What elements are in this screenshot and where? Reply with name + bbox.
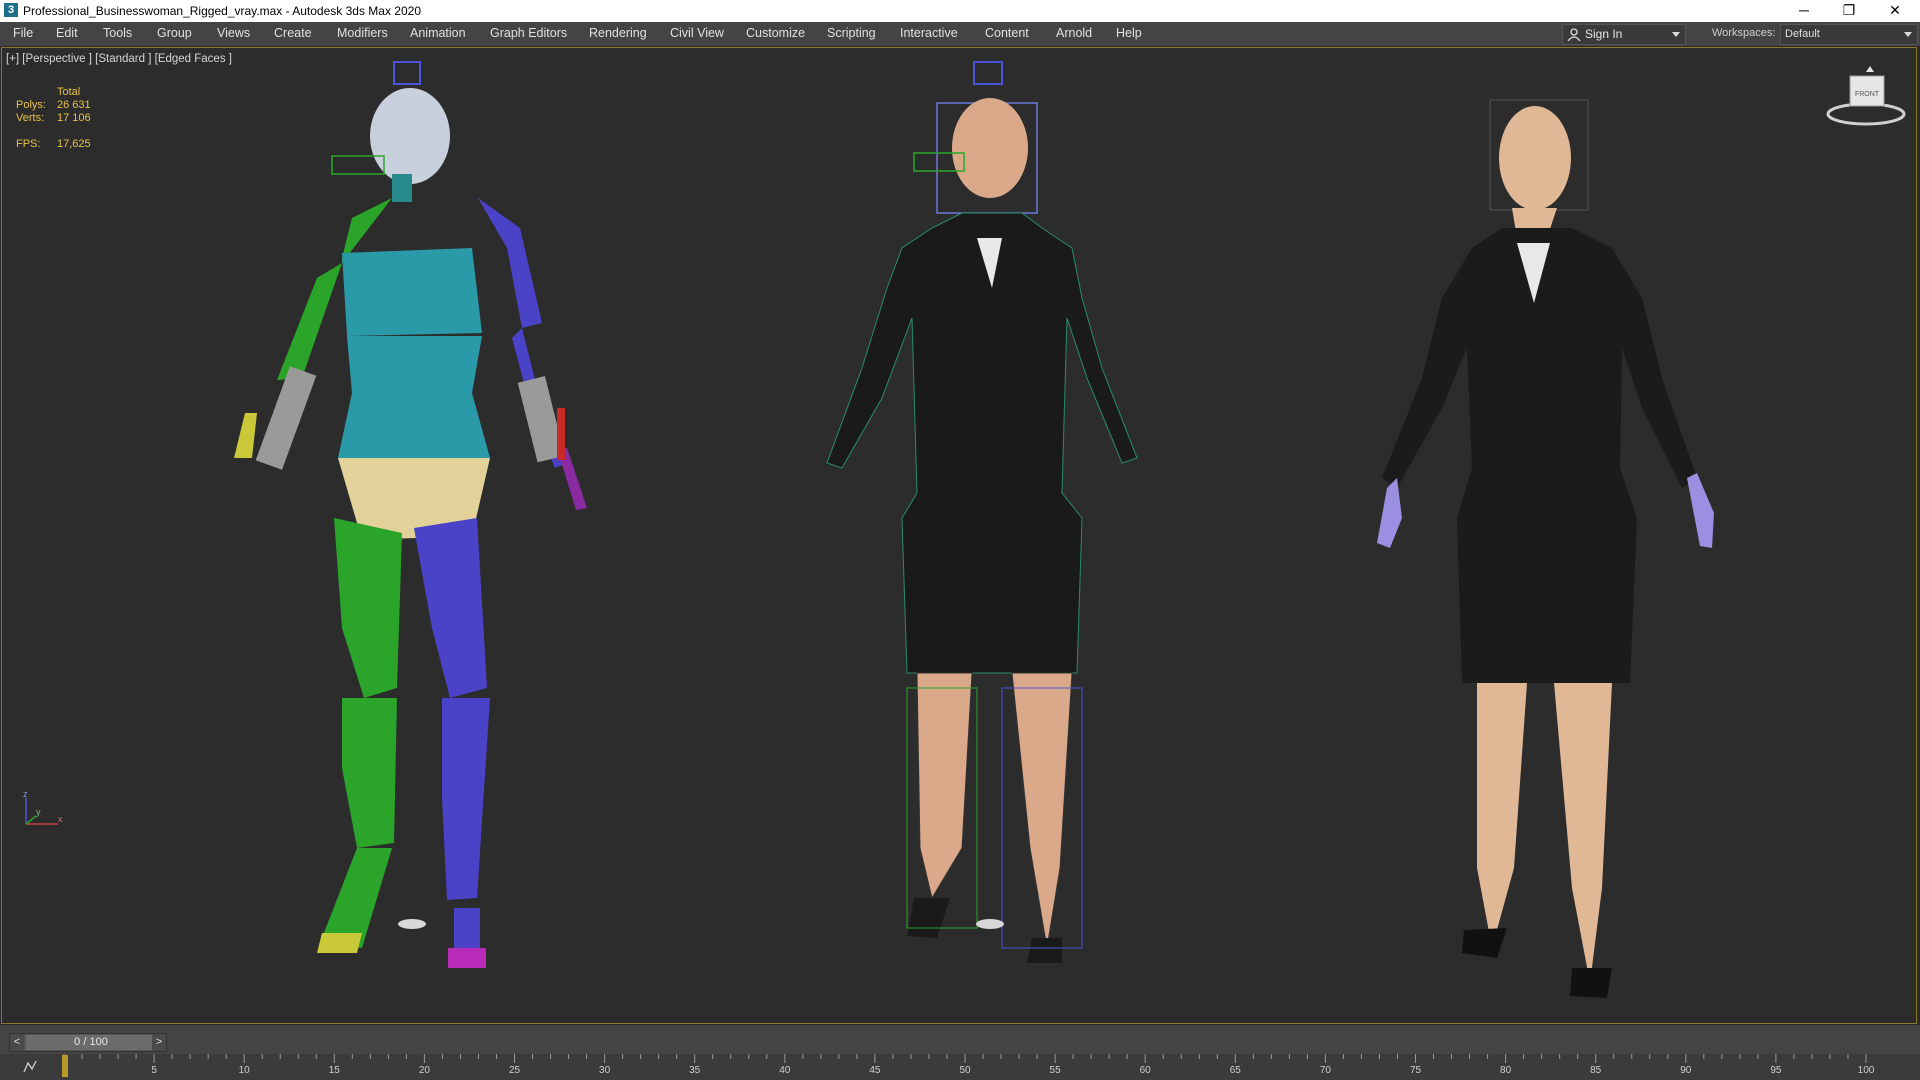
menu-group[interactable]: Group <box>157 26 192 40</box>
ruler-tick-label: 75 <box>1409 1065 1422 1076</box>
rendered-figure[interactable] <box>1377 99 1714 998</box>
window-title: Professional_Businesswoman_Rigged_vray.m… <box>23 4 421 18</box>
menu-animation[interactable]: Animation <box>410 26 466 40</box>
menu-help[interactable]: Help <box>1116 26 1142 40</box>
minimize-icon[interactable]: ─ <box>1781 0 1827 22</box>
ruler-tick-label: 30 <box>599 1065 611 1076</box>
viewcube-front-label: FRONT <box>1855 91 1880 98</box>
menu-customize[interactable]: Customize <box>746 26 805 40</box>
current-frame-marker[interactable] <box>62 1055 68 1077</box>
wireframe-figure[interactable] <box>826 61 1138 963</box>
ruler-tick-label: 70 <box>1319 1065 1331 1076</box>
ruler-tick-label: 85 <box>1590 1065 1602 1076</box>
ruler-tick-label: 15 <box>328 1065 340 1076</box>
ruler-tick-label: 90 <box>1680 1065 1692 1076</box>
ruler-tick-label: 5 <box>151 1065 157 1076</box>
close-icon[interactable]: ✕ <box>1872 0 1918 22</box>
menu-create[interactable]: Create <box>274 26 312 40</box>
ruler-tick-label: 10 <box>238 1065 250 1076</box>
viewcube[interactable]: FRONT <box>1820 66 1912 138</box>
chevron-down-icon <box>1672 32 1680 37</box>
menu-graph-editors[interactable]: Graph Editors <box>490 26 567 40</box>
ruler-tick-label: 25 <box>508 1065 521 1076</box>
axis-y-label: y <box>36 807 41 817</box>
time-slider[interactable]: < 0 / 100 > <box>9 1033 167 1052</box>
menu-arnold[interactable]: Arnold <box>1056 26 1092 40</box>
menu-civil-view[interactable]: Civil View <box>670 26 724 40</box>
time-slider-prev-button[interactable]: < <box>10 1034 24 1051</box>
ruler-tick-label: 100 <box>1857 1065 1875 1076</box>
restore-icon[interactable]: ❐ <box>1826 0 1872 22</box>
menu-file[interactable]: File <box>13 26 33 40</box>
sign-in-label: Sign In <box>1585 27 1623 41</box>
home-icon <box>1866 66 1874 72</box>
ruler-tick-label: 60 <box>1139 1065 1151 1076</box>
ruler-tick-label: 55 <box>1049 1065 1061 1076</box>
ruler-tick-label: 45 <box>869 1065 881 1076</box>
ruler-tick-label: 20 <box>418 1065 430 1076</box>
menu-interactive[interactable]: Interactive <box>900 26 958 40</box>
perspective-viewport[interactable]: [+] [Perspective ] [Standard ] [Edged Fa… <box>1 47 1917 1024</box>
timeline-area: < 0 / 100 > 5 10 15 20 25 30 35 40 45 50 55 60 65 70 7… <box>0 1025 1920 1080</box>
ruler-tick-label: 35 <box>689 1065 701 1076</box>
axis-x-label: x <box>58 814 63 824</box>
workspaces-label: Workspaces: <box>1712 27 1776 39</box>
user-icon <box>1567 28 1581 41</box>
time-slider-value: 0 / 100 <box>74 1036 108 1048</box>
track-bar[interactable]: 5 10 15 20 25 30 35 40 45 50 55 60 65 70 75 80 85 90 95 100 <box>0 1054 1920 1080</box>
workspace-value: Default <box>1785 28 1820 40</box>
bone-rig-figure[interactable] <box>234 61 587 968</box>
menu-content[interactable]: Content <box>985 26 1029 40</box>
ruler-tick-label: 80 <box>1500 1065 1512 1076</box>
menu-tools[interactable]: Tools <box>103 26 132 40</box>
ruler-tick-label: 40 <box>779 1065 791 1076</box>
title-bar: 3 Professional_Businesswoman_Rigged_vray… <box>0 0 1920 22</box>
scene-figures <box>234 61 1714 998</box>
chevron-down-icon <box>1904 32 1912 37</box>
app-icon: 3 <box>4 3 18 17</box>
axis-z-label: z <box>23 790 28 799</box>
menu-rendering[interactable]: Rendering <box>589 26 647 40</box>
menu-edit[interactable]: Edit <box>56 26 78 40</box>
workspace-select[interactable]: Default <box>1780 24 1918 45</box>
time-slider-next-button[interactable]: > <box>152 1034 166 1051</box>
sign-in-button[interactable]: Sign In <box>1562 24 1686 45</box>
ruler-tick-label: 95 <box>1770 1065 1782 1076</box>
ruler-tick-label: 50 <box>959 1065 971 1076</box>
menu-views[interactable]: Views <box>217 26 250 40</box>
axis-tripod-icon: z y x <box>23 790 63 825</box>
menu-modifiers[interactable]: Modifiers <box>337 26 388 40</box>
menu-bar: File Edit Tools Group Views Create Modif… <box>0 22 1920 47</box>
curve-editor-icon[interactable] <box>22 1059 38 1075</box>
ruler-tick-label: 65 <box>1229 1065 1241 1076</box>
menu-scripting[interactable]: Scripting <box>827 26 876 40</box>
